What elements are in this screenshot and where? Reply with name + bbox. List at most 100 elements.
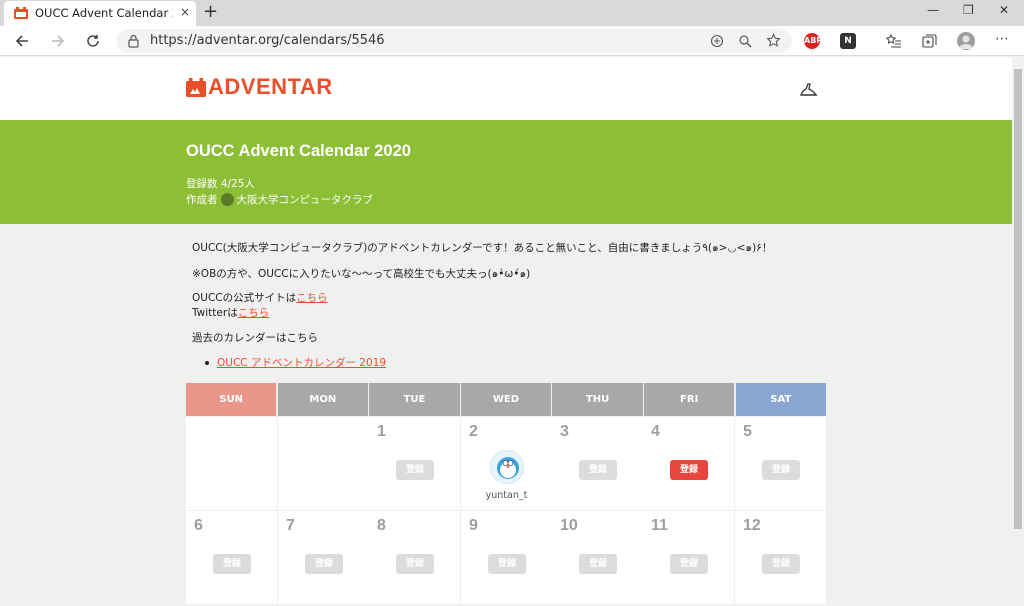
dow-sat: SAT xyxy=(735,383,826,416)
scrollbar-thumb[interactable] xyxy=(1014,69,1022,529)
twitter-prefix: Twitterは xyxy=(192,307,238,319)
day-number: 6 xyxy=(194,517,203,534)
twitter-link[interactable]: こちら xyxy=(238,307,270,319)
dow-sun: SUN xyxy=(186,383,277,416)
author-avatar[interactable] xyxy=(220,193,234,206)
day-cell-9: 9 登録 xyxy=(461,511,552,604)
tab-title: OUCC Advent Calendar 2020 - A xyxy=(35,6,173,20)
register-button[interactable]: 登録 xyxy=(670,554,708,574)
dow-mon: MON xyxy=(277,383,368,416)
register-button-active[interactable]: 登録 xyxy=(670,460,708,480)
author-info: 作成者 大阪大学コンピュータクラブ xyxy=(186,192,373,207)
day-cell-1: 1 登録 xyxy=(369,417,460,510)
url-bar[interactable]: https://adventar.org/calendars/5546 xyxy=(116,29,792,53)
official-site-prefix: OUCCの公式サイトは xyxy=(192,292,297,304)
dow-thu: THU xyxy=(552,383,643,416)
collections-icon[interactable] xyxy=(922,34,937,48)
day-cell-6: 6 登録 xyxy=(186,511,277,604)
register-button[interactable]: 登録 xyxy=(396,554,434,574)
advent-calendar: SUN MON TUE WED THU FRI SAT 1 登録 2 yunta… xyxy=(186,383,826,606)
refresh-icon[interactable] xyxy=(85,33,101,49)
register-button[interactable]: 登録 xyxy=(396,460,434,480)
author-name[interactable]: 大阪大学コンピュータクラブ xyxy=(237,192,374,207)
description-line-1: OUCC(大阪大学コンピュータクラブ)のアドベントカレンダーです！あること無いこ… xyxy=(192,242,773,254)
register-button[interactable]: 登録 xyxy=(579,554,617,574)
registration-count: 登録数 4/25人 xyxy=(186,178,255,190)
add-to-favorites-plus-icon[interactable] xyxy=(710,34,724,48)
calendar-grid: 1 登録 2 yuntan_t 3 登録 4 登録 5 登録 6 登録 7 登録… xyxy=(186,416,826,606)
day-number: 11 xyxy=(651,517,668,534)
doraemon-avatar-icon xyxy=(497,457,519,479)
day-number: 10 xyxy=(560,517,578,534)
author-label: 作成者 xyxy=(186,194,218,206)
address-bar-row: https://adventar.org/calendars/5546 ABP … xyxy=(0,26,1024,56)
back-icon[interactable] xyxy=(14,33,30,49)
day-number: 4 xyxy=(651,423,660,440)
maximize-icon[interactable]: ❐ xyxy=(963,3,974,17)
profile-avatar[interactable] xyxy=(957,32,975,50)
day-number: 12 xyxy=(743,517,761,534)
lock-icon[interactable] xyxy=(128,34,139,48)
forward-icon[interactable] xyxy=(50,33,66,49)
day-cell-11: 11 登録 xyxy=(643,511,734,604)
register-button[interactable]: 登録 xyxy=(579,460,617,480)
day-number: 5 xyxy=(743,423,752,440)
official-site-line: OUCCの公式サイトはこちら xyxy=(192,290,328,305)
minimize-icon[interactable]: — xyxy=(927,3,939,17)
browser-tab[interactable]: OUCC Advent Calendar 2020 - A × xyxy=(4,1,196,26)
day-number: 3 xyxy=(560,423,569,440)
register-button[interactable]: 登録 xyxy=(213,554,251,574)
calendar-header: SUN MON TUE WED THU FRI SAT xyxy=(186,383,826,416)
tab-close-icon[interactable]: × xyxy=(180,5,190,19)
site-header: ADVENTAR xyxy=(0,57,1012,120)
entry-user-avatar[interactable] xyxy=(490,450,524,484)
login-shoe-icon[interactable] xyxy=(800,83,818,97)
past-calendar-item: OUCC アドベントカレンダー 2019 xyxy=(217,355,386,370)
day-number: 1 xyxy=(377,423,386,440)
favorites-list-icon[interactable] xyxy=(886,34,901,48)
window-close-icon[interactable]: ✕ xyxy=(999,3,1009,17)
more-menu-icon[interactable]: ⋯ xyxy=(995,31,1009,47)
day-cell-5: 5 登録 xyxy=(735,417,826,510)
logo-text: ADVENTAR xyxy=(208,74,333,99)
day-cell-empty xyxy=(186,417,277,510)
tab-bar: OUCC Advent Calendar 2020 - A × + — ❐ ✕ xyxy=(0,0,1024,26)
zoom-icon[interactable] xyxy=(738,34,752,48)
day-cell-4: 4 登録 xyxy=(643,417,734,510)
past-calendars-label: 過去のカレンダーはこちら xyxy=(192,332,318,344)
description-line-2: ※OBの方や、OUCCに入りたいな〜〜って高校生でも大丈夫っ(๑•̀ω•́๑) xyxy=(192,268,531,280)
day-cell-7: 7 登録 xyxy=(278,511,369,604)
register-button[interactable]: 登録 xyxy=(305,554,343,574)
twitter-line: Twitterはこちら xyxy=(192,305,269,320)
url-text: https://adventar.org/calendars/5546 xyxy=(150,33,385,48)
favorite-star-icon[interactable] xyxy=(766,33,781,48)
register-button[interactable]: 登録 xyxy=(488,554,526,574)
past-calendar-link[interactable]: OUCC アドベントカレンダー 2019 xyxy=(217,357,386,369)
dow-wed: WED xyxy=(460,383,552,416)
calendar-banner: OUCC Advent Calendar 2020 登録数 4/25人 作成者 … xyxy=(0,120,1012,224)
extension-n-icon[interactable]: N xyxy=(840,33,856,49)
day-cell-3: 3 登録 xyxy=(552,417,643,510)
list-bullet xyxy=(205,361,209,365)
page-title: OUCC Advent Calendar 2020 xyxy=(186,142,411,160)
adventar-logo-icon xyxy=(186,77,206,97)
day-number: 7 xyxy=(286,517,295,534)
register-button[interactable]: 登録 xyxy=(762,554,800,574)
day-cell-12: 12 登録 xyxy=(735,511,826,604)
dow-tue: TUE xyxy=(369,383,460,416)
site-logo[interactable]: ADVENTAR xyxy=(186,74,333,100)
day-number: 2 xyxy=(469,423,478,440)
register-button[interactable]: 登録 xyxy=(762,460,800,480)
page-content: ADVENTAR OUCC Advent Calendar 2020 登録数 4… xyxy=(0,57,1012,606)
day-cell-2: 2 yuntan_t xyxy=(461,417,552,510)
official-site-link[interactable]: こちら xyxy=(296,292,328,304)
page-scrollbar[interactable] xyxy=(1012,57,1024,606)
day-cell-10: 10 登録 xyxy=(552,511,643,604)
new-tab-button[interactable]: + xyxy=(203,2,218,22)
day-cell-8: 8 登録 xyxy=(369,511,460,604)
day-number: 9 xyxy=(469,517,478,534)
entry-user-name[interactable]: yuntan_t xyxy=(461,490,552,501)
adblock-plus-icon[interactable]: ABP xyxy=(804,33,822,49)
day-number: 8 xyxy=(377,517,386,534)
dow-fri: FRI xyxy=(643,383,735,416)
